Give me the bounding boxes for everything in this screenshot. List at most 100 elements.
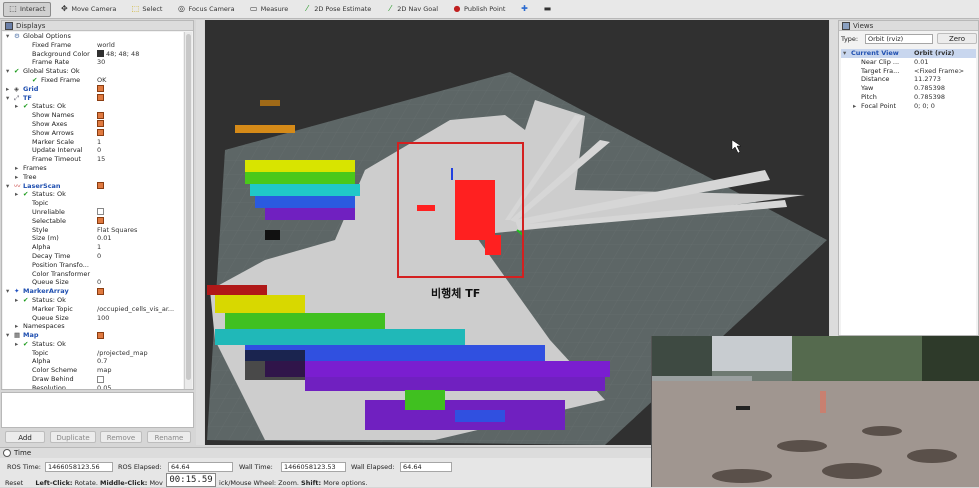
display-row[interactable]: ▸ ✔ Status: Ok <box>3 102 183 111</box>
enable-checkbox[interactable] <box>97 331 104 339</box>
reset-button[interactable]: Reset <box>5 479 23 487</box>
add-tool-button[interactable]: ✚ <box>514 2 534 17</box>
view-property-row[interactable]: Pitch 0.785398 <box>841 93 976 102</box>
display-row-value[interactable]: /occupied_cells_vis_ar... <box>97 305 183 314</box>
view-property-row[interactable]: Distance 11.2773 <box>841 75 976 84</box>
display-row-value[interactable] <box>97 85 183 94</box>
display-row[interactable]: Queue Size 0 <box>3 278 183 287</box>
display-row[interactable]: Show Names <box>3 111 183 120</box>
view-property-value[interactable]: <Fixed Frame> <box>914 67 974 76</box>
expand-arrow-open-icon[interactable]: ▾ <box>6 94 9 103</box>
view-property-value[interactable]: 0.01 <box>914 58 974 67</box>
views-tree[interactable]: ▾ Current View Orbit (rviz) Near Clip ... 0.… <box>841 49 976 335</box>
view-property-value[interactable]: 0.785398 <box>914 93 974 102</box>
display-row-value[interactable] <box>97 217 183 226</box>
measure-tool[interactable]: ▭ Measure <box>244 2 295 17</box>
move-camera-tool[interactable]: ✥ Move Camera <box>54 2 122 17</box>
expand-arrow-open-icon[interactable]: ▾ <box>6 32 9 41</box>
display-row-value[interactable] <box>97 331 183 340</box>
enable-checkbox[interactable] <box>97 182 104 190</box>
display-row-value[interactable]: 0.7 <box>97 357 183 366</box>
display-row[interactable]: Show Arrows <box>3 129 183 138</box>
view-property-value[interactable]: 0.785398 <box>914 84 974 93</box>
expand-arrow-open-icon[interactable]: ▾ <box>6 331 9 340</box>
display-row[interactable]: ▾ ✦ MarkerArray <box>3 287 183 296</box>
display-row[interactable]: Draw Behind <box>3 375 183 384</box>
display-row[interactable]: Frame Rate 30 <box>3 58 183 67</box>
wall-time-field[interactable]: 1466058123.53 <box>281 462 346 472</box>
display-row[interactable]: ▾ ▦ Map <box>3 331 183 340</box>
interact-tool[interactable]: ⬚ Interact <box>3 1 52 17</box>
display-row[interactable]: Update Interval 0 <box>3 146 183 155</box>
display-row-value[interactable] <box>97 208 183 217</box>
display-row-value[interactable] <box>97 287 183 296</box>
display-row[interactable]: Alpha 1 <box>3 243 183 252</box>
display-row[interactable]: Decay Time 0 <box>3 252 183 261</box>
display-row[interactable]: Topic/projected_map <box>3 349 183 358</box>
background-color-swatch[interactable] <box>97 50 104 58</box>
enable-checkbox[interactable] <box>97 94 104 102</box>
display-row[interactable]: Queue Size 100 <box>3 314 183 323</box>
display-row-value[interactable] <box>97 120 183 129</box>
view-property-value[interactable]: Orbit (rviz) <box>914 49 974 58</box>
expand-arrow-open-icon[interactable]: ▾ <box>6 67 9 76</box>
display-row-value[interactable]: 48; 48; 48 <box>97 50 183 59</box>
enable-checkbox[interactable] <box>97 208 104 216</box>
display-row-value[interactable]: 15 <box>97 155 183 164</box>
zero-button[interactable]: Zero <box>937 33 977 44</box>
display-row[interactable]: Background Color 48; 48; 48 <box>3 50 183 59</box>
display-row[interactable]: ▸ Tree <box>3 173 183 182</box>
display-row-value[interactable]: /projected_map <box>97 349 183 358</box>
display-row[interactable]: Style Flat Squares <box>3 226 183 235</box>
display-row-value[interactable]: 0 <box>97 278 183 287</box>
display-row-value[interactable] <box>97 375 183 384</box>
enable-checkbox[interactable] <box>97 129 104 137</box>
ros-time-field[interactable]: 1466058123.56 <box>45 462 113 472</box>
display-row-value[interactable]: world <box>97 41 183 50</box>
display-row[interactable]: ▾ ⤢ TF <box>3 94 183 103</box>
remove-button[interactable]: Remove <box>100 431 142 443</box>
display-row-value[interactable]: 0.05 <box>97 384 183 389</box>
select-tool[interactable]: ⬚ Select <box>125 2 168 17</box>
expand-arrow-open-icon[interactable]: ▾ <box>6 287 9 296</box>
display-row[interactable]: ▸ Namespaces <box>3 322 183 331</box>
enable-checkbox[interactable] <box>97 120 104 128</box>
pose-estimate-tool[interactable]: ⁄ 2D Pose Estimate <box>297 2 377 17</box>
display-row[interactable]: ▸ ✔ Status: Ok <box>3 340 183 349</box>
display-row[interactable]: ▸ Frames <box>3 164 183 173</box>
expand-arrow-open-icon[interactable]: ▾ <box>843 49 846 58</box>
display-row-value[interactable]: 0.01 <box>97 234 183 243</box>
display-row[interactable]: Marker Scale 1 <box>3 138 183 147</box>
duplicate-button[interactable]: Duplicate <box>50 431 96 443</box>
view-property-row[interactable]: Near Clip ... 0.01 <box>841 58 976 67</box>
display-row[interactable]: Color Transformer <box>3 270 183 279</box>
displays-scrollbar[interactable] <box>184 32 192 389</box>
view-property-value[interactable]: 0; 0; 0 <box>914 102 974 111</box>
display-row-value[interactable]: 0 <box>97 146 183 155</box>
view-property-row[interactable]: Yaw 0.785398 <box>841 84 976 93</box>
expand-arrow-closed-icon[interactable]: ▸ <box>15 173 18 182</box>
display-row-value[interactable]: map <box>97 366 183 375</box>
view-type-select[interactable]: Orbit (rviz) <box>865 34 933 44</box>
expand-arrow-closed-icon[interactable]: ▸ <box>6 85 9 94</box>
display-row[interactable]: Fixed Frame world <box>3 41 183 50</box>
display-row-value[interactable] <box>97 182 183 191</box>
display-row[interactable]: Selectable <box>3 217 183 226</box>
display-row-value[interactable]: Flat Squares <box>97 226 183 235</box>
display-row[interactable]: Unreliable <box>3 208 183 217</box>
focus-camera-tool[interactable]: ◎ Focus Camera <box>171 2 240 17</box>
display-row[interactable]: Resolution 0.05 <box>3 384 183 389</box>
enable-checkbox[interactable] <box>97 85 104 93</box>
display-row[interactable]: ✔ Fixed Frame OK <box>3 76 183 85</box>
display-row[interactable]: ▸ ◈ Grid <box>3 85 183 94</box>
enable-checkbox[interactable] <box>97 217 104 225</box>
display-row[interactable]: Frame Timeout 15 <box>3 155 183 164</box>
display-row-value[interactable]: 30 <box>97 58 183 67</box>
expand-arrow-closed-icon[interactable]: ▸ <box>15 102 18 111</box>
displays-tree[interactable]: ▾ ⚙ Global Options Fixed Frame world Backgrou… <box>3 32 183 389</box>
scrollbar-thumb[interactable] <box>186 34 191 380</box>
ros-elapsed-field[interactable]: 64.64 <box>168 462 233 472</box>
expand-arrow-closed-icon[interactable]: ▸ <box>15 340 18 349</box>
display-row-value[interactable] <box>97 129 183 138</box>
rename-button[interactable]: Rename <box>147 431 191 443</box>
